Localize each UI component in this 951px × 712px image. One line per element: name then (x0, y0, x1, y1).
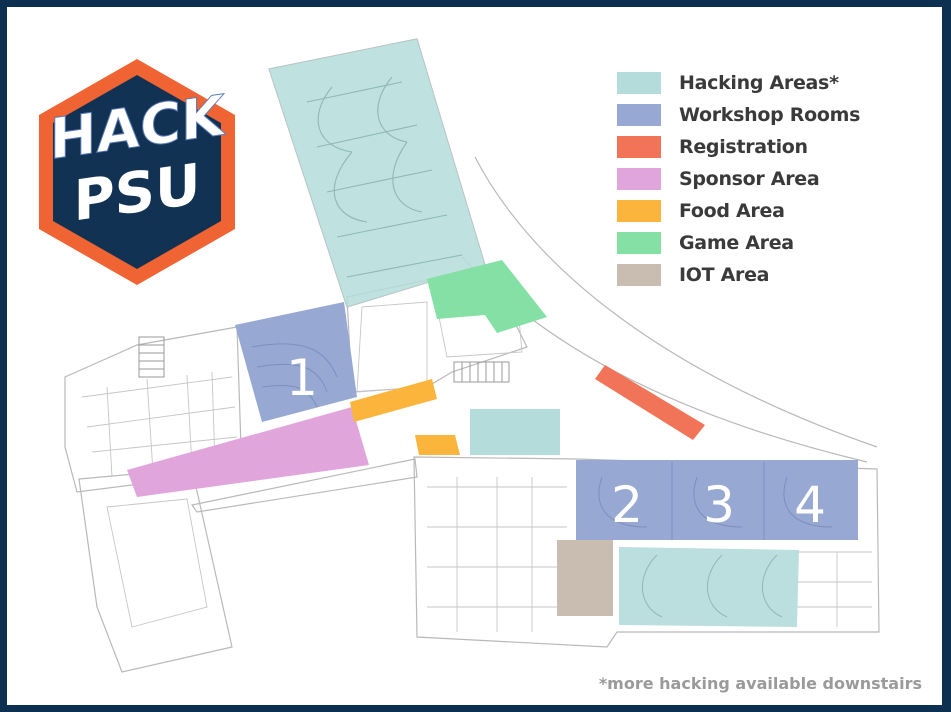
legend-item-hacking: Hacking Areas* (617, 67, 917, 99)
legend-swatch-iot (617, 264, 661, 286)
legend-swatch-workshop (617, 104, 661, 126)
legend-label-workshop: Workshop Rooms (679, 104, 861, 126)
room-number-2: 2 (611, 476, 643, 534)
legend-item-sponsor: Sponsor Area (617, 163, 917, 195)
legend-label-game: Game Area (679, 232, 794, 254)
legend-item-registration: Registration (617, 131, 917, 163)
footnote: *more hacking available downstairs (598, 674, 922, 693)
food-area-1 (350, 379, 437, 422)
hacking-area-north-tower (269, 39, 485, 307)
legend-swatch-hacking (617, 72, 661, 94)
legend-label-registration: Registration (679, 136, 808, 158)
legend-label-sponsor: Sponsor Area (679, 168, 820, 190)
legend-item-game: Game Area (617, 227, 917, 259)
hackpsu-logo: HACK PSU (39, 59, 235, 285)
food-area-2 (415, 435, 460, 455)
map-frame: 1 2 3 4 HACK PSU Hacking Areas* Workshop… (7, 7, 942, 705)
legend-item-food: Food Area (617, 195, 917, 227)
legend-label-food: Food Area (679, 200, 785, 222)
legend-swatch-game (617, 232, 661, 254)
iot-area (557, 540, 613, 616)
hacking-area-east (619, 547, 799, 627)
legend-swatch-registration (617, 136, 661, 158)
hacking-area-center (470, 409, 560, 455)
legend-swatch-sponsor (617, 168, 661, 190)
legend-item-iot: IOT Area (617, 259, 917, 291)
registration-area (595, 365, 705, 440)
southwest-wing-outline (78, 468, 233, 673)
map-legend: Hacking Areas* Workshop Rooms Registrati… (617, 67, 917, 291)
sponsor-area (127, 407, 369, 497)
legend-swatch-food (617, 200, 661, 222)
legend-label-iot: IOT Area (679, 264, 770, 286)
legend-item-workshop: Workshop Rooms (617, 99, 917, 131)
room-number-4: 4 (794, 476, 826, 534)
legend-label-hacking: Hacking Areas* (679, 72, 839, 94)
room-number-3: 3 (703, 476, 735, 534)
room-number-1: 1 (286, 349, 318, 407)
